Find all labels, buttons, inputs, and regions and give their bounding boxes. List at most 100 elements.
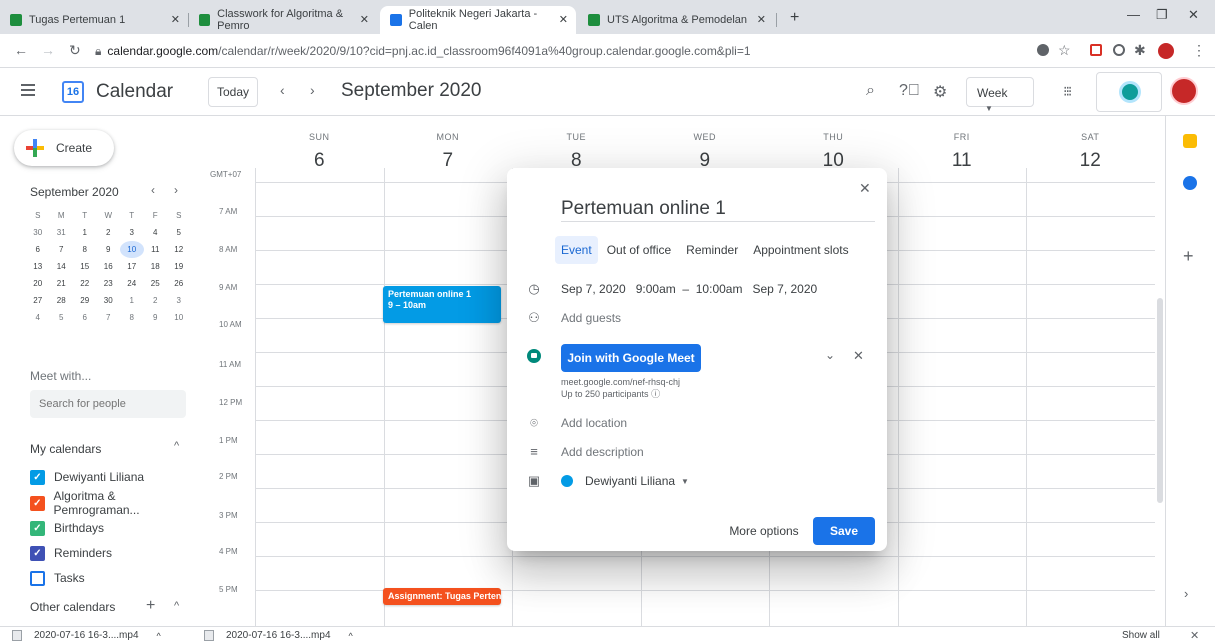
checkbox-unchecked-icon[interactable] (30, 570, 45, 586)
mini-day[interactable]: 13 (26, 258, 50, 275)
tab-out-of-office[interactable]: Out of office (601, 236, 677, 264)
search-icon[interactable]: ⌕ (866, 82, 875, 100)
event-datetime-row[interactable]: ◷ Sep 7, 2020 9:00am – 10:00am Sep 7, 20… (527, 282, 817, 297)
window-close-icon[interactable]: ✕ (1188, 7, 1199, 23)
help-icon[interactable]: ⓘ (651, 389, 660, 399)
mini-day[interactable]: 23 (97, 275, 121, 292)
save-button[interactable]: Save (813, 517, 875, 545)
maximize-icon[interactable]: ❐ (1156, 7, 1168, 23)
mini-day[interactable]: 20 (26, 275, 50, 292)
chevron-up-icon[interactable]: ^ (349, 631, 353, 641)
keep-icon[interactable] (1183, 134, 1197, 148)
day-date[interactable]: 6 (255, 150, 384, 172)
calendar-owner[interactable]: Dewiyanti Liliana (585, 474, 675, 488)
mini-day[interactable]: 14 (50, 258, 74, 275)
close-icon[interactable]: ✕ (171, 13, 180, 26)
mini-day[interactable]: 6 (73, 309, 97, 326)
day-header-sun[interactable]: SUN 6 (255, 116, 384, 172)
browser-tab-active[interactable]: Politeknik Negeri Jakarta - Calen ✕ (380, 6, 576, 34)
previous-week-icon[interactable]: ‹ (280, 82, 285, 98)
mini-day[interactable]: 9 (144, 309, 168, 326)
checkbox-checked-icon[interactable]: ✓ (30, 545, 45, 561)
calendar-item-birthdays[interactable]: ✓ Birthdays (30, 519, 104, 537)
profile-avatar-icon[interactable] (1158, 43, 1174, 59)
mini-day[interactable]: 7 (50, 241, 74, 258)
day-header-tue[interactable]: TUE 8 (512, 116, 641, 172)
day-header-thu[interactable]: THU 10 (769, 116, 898, 172)
calendar-item-reminders[interactable]: ✓ Reminders (30, 544, 112, 562)
mini-day[interactable]: 27 (26, 292, 50, 309)
other-calendars-heading[interactable]: Other calendars (30, 600, 115, 614)
grid-scrollbar[interactable] (1157, 298, 1163, 503)
day-header-fri[interactable]: FRI 11 (898, 116, 1027, 172)
event-title-input[interactable]: Pertemuan online 1 (561, 198, 875, 222)
circle-extension-icon[interactable] (1113, 44, 1125, 56)
mini-day[interactable]: 29 (73, 292, 97, 309)
mini-day[interactable]: 8 (73, 241, 97, 258)
show-all-button[interactable]: Show all (1122, 630, 1160, 641)
day-header-mon[interactable]: MON 7 (384, 116, 513, 172)
mini-day[interactable]: 9 (97, 241, 121, 258)
calendar-item-tasks[interactable]: Tasks (30, 569, 85, 587)
mini-day[interactable]: 15 (73, 258, 97, 275)
help-icon[interactable]: ?⃝ (899, 82, 920, 100)
mini-day[interactable]: 2 (97, 224, 121, 241)
add-addon-icon[interactable]: + (1183, 246, 1194, 267)
calendar-event-assignment[interactable]: Assignment: Tugas Perten (383, 588, 501, 605)
calendar-select-row[interactable]: ▣ Dewiyanti Liliana ▼ (527, 474, 689, 489)
close-icon[interactable]: ✕ (757, 13, 766, 26)
extensions-puzzle-icon[interactable]: ✱ (1134, 42, 1146, 59)
mini-day[interactable]: 6 (26, 241, 50, 258)
view-select[interactable]: Week ▼ (966, 77, 1034, 113)
mini-day[interactable]: 5 (167, 224, 191, 241)
browser-tab[interactable]: Tugas Pertemuan 1 ✕ (0, 6, 188, 34)
add-location-row[interactable]: ⌾ Add location (527, 416, 627, 431)
tasks-icon[interactable] (1183, 176, 1197, 190)
chevron-up-icon[interactable]: ^ (174, 440, 179, 452)
tab-event[interactable]: Event (555, 236, 598, 264)
mini-day[interactable]: 4 (26, 309, 50, 326)
chevron-up-icon[interactable]: ^ (174, 600, 179, 612)
add-description-field[interactable]: Add description (561, 445, 644, 459)
day-date[interactable]: 11 (898, 150, 1027, 172)
back-arrow-icon[interactable]: ← (14, 42, 28, 58)
add-guests-row[interactable]: ⚇ Add guests (527, 311, 621, 326)
mini-day[interactable]: 1 (120, 292, 144, 309)
mini-day[interactable]: 3 (167, 292, 191, 309)
browser-menu-icon[interactable]: ⋮ (1192, 42, 1206, 59)
mini-day[interactable]: 16 (97, 258, 121, 275)
google-apps-icon[interactable]: ⁝⁝⁝ (1063, 83, 1072, 100)
mini-day[interactable]: 3 (120, 224, 144, 241)
mini-day[interactable]: 26 (167, 275, 191, 292)
tab-appointment-slots[interactable]: Appointment slots (747, 236, 854, 264)
mini-day[interactable]: 18 (144, 258, 168, 275)
bookmark-star-icon[interactable]: ☆ (1058, 42, 1071, 59)
search-people-input[interactable] (30, 390, 186, 418)
my-calendars-heading[interactable]: My calendars (30, 442, 101, 456)
remove-meet-icon[interactable]: ✕ (853, 348, 864, 364)
chevron-down-icon[interactable]: ⌄ (825, 348, 835, 362)
expand-panel-icon[interactable]: › (1184, 586, 1188, 601)
today-button[interactable]: Today (208, 77, 258, 107)
event-datetime[interactable]: Sep 7, 2020 9:00am – 10:00am Sep 7, 2020 (561, 282, 817, 296)
close-icon[interactable]: ✕ (859, 180, 871, 197)
mini-day-selected[interactable]: 10 (120, 241, 144, 258)
day-header-wed[interactable]: WED 9 (641, 116, 770, 172)
add-location-field[interactable]: Add location (561, 416, 627, 430)
mini-day[interactable]: 4 (144, 224, 168, 241)
mini-next-month-icon[interactable]: › (174, 183, 178, 197)
mini-day[interactable]: 22 (73, 275, 97, 292)
more-options-button[interactable]: More options (723, 517, 805, 545)
checkbox-checked-icon[interactable]: ✓ (30, 469, 45, 485)
mini-day[interactable]: 5 (50, 309, 74, 326)
mini-day[interactable]: 21 (50, 275, 74, 292)
mini-day[interactable]: 24 (120, 275, 144, 292)
download-item[interactable]: 2020-07-16 16-3....mp4 ^ (12, 630, 161, 641)
browser-tab[interactable]: UTS Algoritma & Pemodelan ✕ (578, 6, 774, 34)
join-google-meet-button[interactable]: Join with Google Meet (561, 344, 701, 372)
calendar-event-pertemuan[interactable]: Pertemuan online 1 9 – 10am (383, 286, 501, 323)
calendar-logo-icon[interactable]: 16 (62, 81, 84, 103)
eye-extension-icon[interactable] (1037, 44, 1049, 56)
chevron-up-icon[interactable]: ^ (157, 631, 161, 641)
account-avatar[interactable] (1170, 77, 1198, 105)
